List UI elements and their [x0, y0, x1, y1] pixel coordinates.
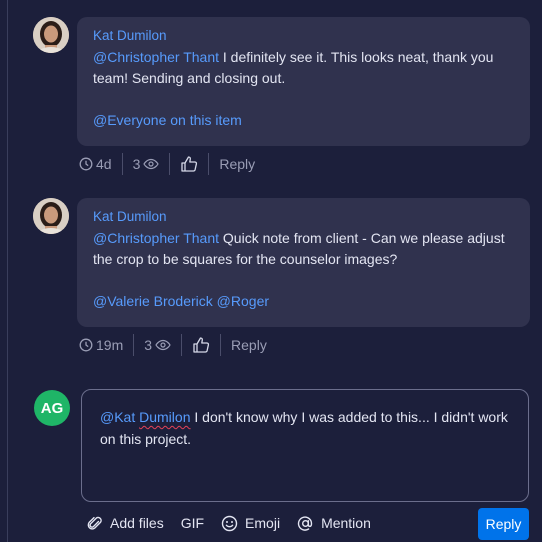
- clock-icon: [79, 157, 93, 171]
- reply-link[interactable]: Reply: [219, 156, 255, 172]
- user-photo-icon: [33, 198, 69, 234]
- comment-meta: 19m 3 Reply: [79, 334, 267, 356]
- view-count[interactable]: 3: [133, 156, 160, 172]
- comment-body: @Christopher Thant Quick note from clien…: [93, 228, 514, 312]
- comment-text: I definitely see it. This looks neat, th…: [219, 49, 494, 65]
- thumbs-up-icon: [193, 337, 210, 353]
- comment-text: Quick note from client - Can we please a…: [219, 230, 505, 246]
- current-user-avatar[interactable]: AG: [34, 390, 70, 426]
- reply-link[interactable]: Reply: [231, 337, 267, 353]
- comment-body: @Christopher Thant I definitely see it. …: [93, 47, 514, 131]
- eye-icon: [155, 339, 171, 351]
- mention-everyone[interactable]: @Everyone on this item: [93, 112, 242, 128]
- smiley-icon: [221, 515, 238, 531]
- mention-link[interactable]: @Kat Dumilon: [100, 409, 190, 425]
- avatar[interactable]: [33, 198, 69, 234]
- mention-link[interactable]: @Christopher Thant: [93, 230, 219, 246]
- view-count[interactable]: 3: [144, 337, 171, 353]
- comment-meta: 4d 3 Reply: [79, 153, 255, 175]
- emoji-button[interactable]: Emoji: [221, 515, 280, 532]
- eye-icon: [143, 158, 160, 170]
- like-button[interactable]: [180, 155, 198, 173]
- editor-toolbar: Add files GIF Emoji Mention: [87, 512, 388, 534]
- editor-text: on this project.: [100, 431, 192, 447]
- thread-line: [7, 0, 8, 542]
- at-sign-icon: [297, 515, 313, 531]
- comment-text: team! Sending and closing out.: [93, 70, 286, 86]
- comment-2: Kat Dumilon @Christopher Thant Quick not…: [33, 198, 530, 368]
- spellcheck-error: Dumilon: [139, 409, 191, 425]
- reply-button[interactable]: Reply: [478, 508, 529, 540]
- like-button[interactable]: [192, 336, 210, 354]
- user-photo-icon: [33, 17, 69, 53]
- mention-link[interactable]: @Roger: [217, 293, 269, 309]
- mention-link[interactable]: @Christopher Thant: [93, 49, 219, 65]
- comment-bubble: Kat Dumilon @Christopher Thant Quick not…: [77, 198, 530, 327]
- timestamp: 4d: [79, 156, 112, 172]
- reply-editor[interactable]: @Kat Dumilon I don't know why I was adde…: [81, 389, 529, 502]
- comment-author[interactable]: Kat Dumilon: [93, 27, 514, 45]
- comment-1: Kat Dumilon @Christopher Thant I definit…: [33, 17, 530, 187]
- comment-bubble: Kat Dumilon @Christopher Thant I definit…: [77, 17, 530, 146]
- gif-button[interactable]: GIF: [181, 515, 204, 531]
- thumbs-up-icon: [181, 156, 198, 172]
- editor-text: I don't know why I was added to this... …: [190, 409, 508, 425]
- timestamp: 19m: [79, 337, 123, 353]
- comment-author[interactable]: Kat Dumilon: [93, 208, 514, 226]
- clock-icon: [79, 338, 93, 352]
- add-files-button[interactable]: Add files: [87, 515, 164, 531]
- paperclip-icon: [87, 516, 102, 530]
- mention-button[interactable]: Mention: [297, 515, 371, 532]
- avatar[interactable]: [33, 17, 69, 53]
- comment-text: the crop to be squares for the counselor…: [93, 251, 398, 267]
- mention-link[interactable]: @Valerie Broderick: [93, 293, 213, 309]
